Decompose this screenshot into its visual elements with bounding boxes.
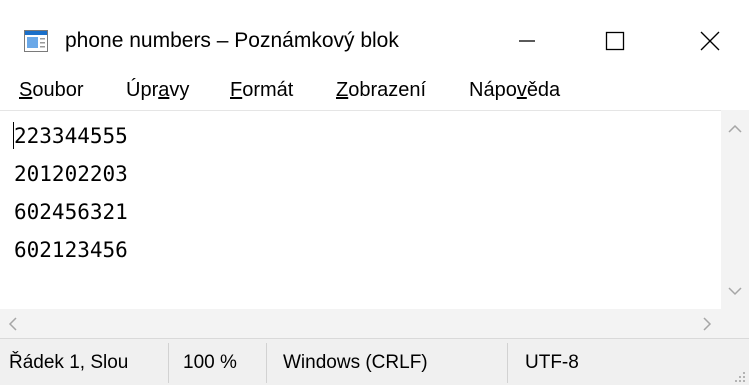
status-encoding: UTF-8 bbox=[525, 351, 579, 373]
status-bar: Řádek 1, Slou 100 % Windows (CRLF) UTF-8 bbox=[0, 338, 749, 385]
scroll-up-icon[interactable] bbox=[727, 122, 743, 138]
status-zoom: 100 % bbox=[183, 351, 237, 373]
scrollbar-corner bbox=[721, 309, 749, 338]
menu-napoveda-label-start: Nápo bbox=[469, 79, 517, 101]
menu-soubor-accel: S bbox=[19, 79, 33, 101]
menu-zobrazeni-label: obrazení bbox=[348, 79, 427, 101]
text-line: 201202203 bbox=[14, 162, 128, 186]
window-title: phone numbers – Poznámkový blok bbox=[65, 29, 399, 52]
close-icon bbox=[700, 31, 720, 51]
vertical-scrollbar[interactable] bbox=[721, 110, 749, 309]
menu-upravy[interactable]: Úpravy bbox=[126, 79, 189, 102]
status-cursor-position: Řádek 1, Slou bbox=[9, 351, 129, 373]
menu-upravy-label-start: Úpr bbox=[126, 79, 159, 101]
text-line: 602456321 bbox=[14, 200, 128, 224]
text-caret bbox=[13, 122, 14, 149]
notepad-window: phone numbers – Poznámkový blok Soubor Ú… bbox=[0, 0, 749, 385]
status-line-ending: Windows (CRLF) bbox=[283, 351, 428, 373]
status-separator bbox=[168, 343, 169, 383]
menu-format[interactable]: Formát bbox=[230, 79, 293, 102]
menu-soubor[interactable]: Soubor bbox=[19, 79, 84, 102]
text-line: 223344555 bbox=[14, 124, 128, 148]
menu-soubor-label: oubor bbox=[32, 79, 84, 101]
menu-format-label: ormát bbox=[242, 79, 294, 101]
scroll-left-icon[interactable] bbox=[8, 316, 18, 336]
minimize-icon bbox=[519, 40, 535, 42]
status-separator bbox=[266, 343, 267, 383]
status-separator bbox=[507, 343, 508, 383]
notepad-icon[interactable] bbox=[24, 30, 48, 52]
text-line: 602123456 bbox=[14, 238, 128, 262]
resize-grip-icon[interactable] bbox=[734, 370, 746, 382]
menu-upravy-label-end: vy bbox=[169, 79, 190, 101]
minimize-button[interactable] bbox=[492, 18, 562, 64]
scroll-down-icon[interactable] bbox=[727, 284, 743, 300]
maximize-icon bbox=[605, 31, 625, 51]
menu-napoveda[interactable]: Nápověda bbox=[469, 79, 560, 102]
menu-bar: Soubor Úpravy Formát Zobrazení Nápověda bbox=[0, 76, 749, 110]
menu-upravy-accel: a bbox=[158, 79, 170, 101]
menu-napoveda-label-end: ěda bbox=[526, 79, 561, 101]
menu-zobrazeni[interactable]: Zobrazení bbox=[336, 79, 426, 102]
horizontal-scrollbar[interactable] bbox=[0, 309, 721, 338]
text-editor[interactable]: 223344555 201202203 602456321 602123456 bbox=[0, 110, 749, 339]
menu-format-accel: F bbox=[230, 79, 243, 101]
close-button[interactable] bbox=[675, 18, 745, 64]
scroll-right-icon[interactable] bbox=[702, 316, 712, 336]
menu-zobrazeni-accel: Z bbox=[336, 79, 349, 101]
menu-napoveda-accel: v bbox=[516, 79, 527, 101]
maximize-button[interactable] bbox=[580, 18, 650, 64]
title-bar[interactable]: phone numbers – Poznámkový blok bbox=[0, 0, 749, 76]
text-content[interactable]: 223344555 201202203 602456321 602123456 bbox=[14, 117, 714, 307]
